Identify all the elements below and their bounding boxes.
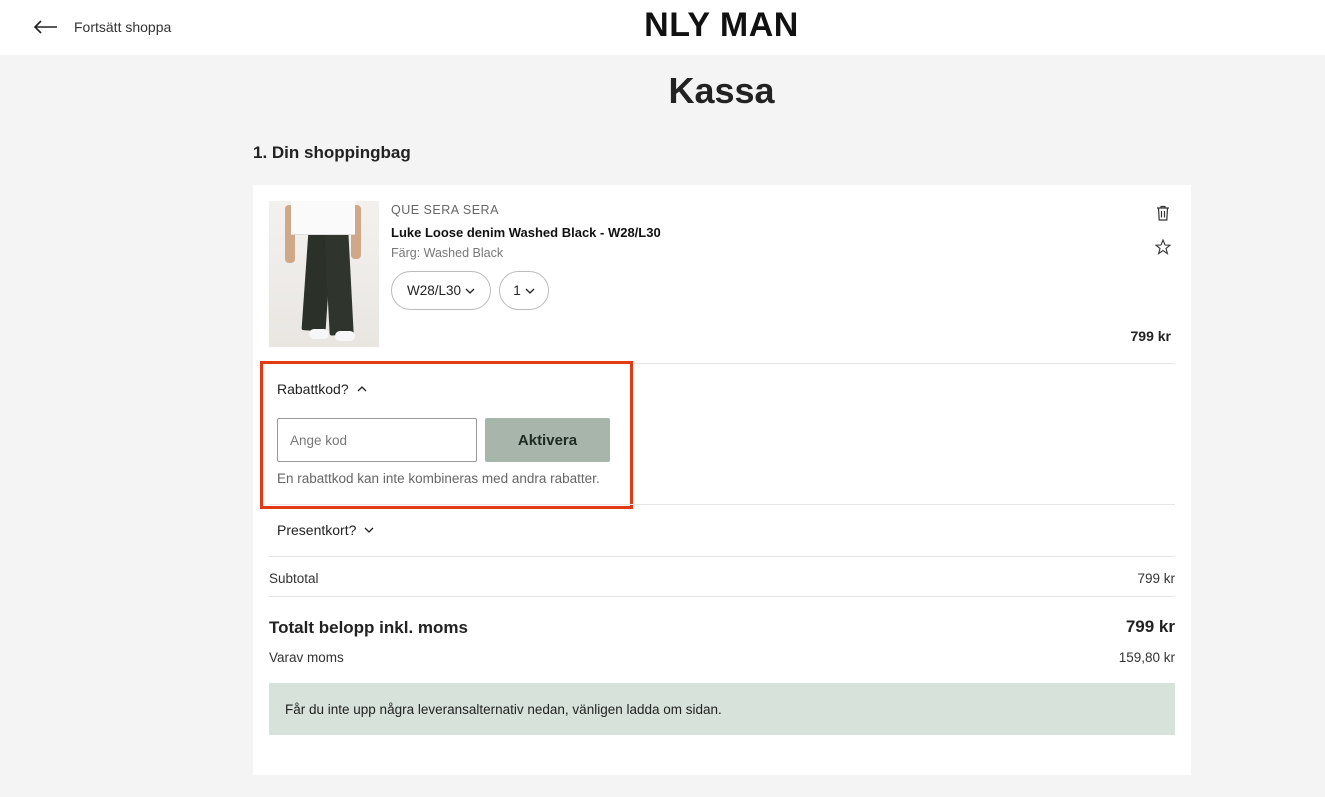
page-title: Kassa <box>668 70 775 111</box>
discount-code-toggle[interactable]: Rabattkod? <box>277 381 367 397</box>
item-price: 799 kr <box>1130 328 1171 344</box>
discount-code-input[interactable] <box>277 418 477 462</box>
star-icon <box>1155 239 1171 255</box>
quantity-select-value: 1 <box>513 283 521 298</box>
vat-value: 159,80 kr <box>1118 650 1175 665</box>
arrow-left-icon <box>34 20 57 34</box>
delivery-notice-text: Får du inte upp några leveransalternativ… <box>285 701 722 717</box>
size-select[interactable]: W28/L30 <box>391 271 491 310</box>
product-image[interactable] <box>269 201 379 347</box>
gift-card-toggle[interactable]: Presentkort? <box>277 522 374 538</box>
divider <box>269 504 1175 505</box>
chevron-up-icon <box>357 386 367 392</box>
remove-item-button[interactable] <box>1153 203 1173 223</box>
continue-shopping-link[interactable]: Fortsätt shoppa <box>34 14 171 40</box>
product-brand: QUE SERA SERA <box>391 203 499 217</box>
product-name[interactable]: Luke Loose denim Washed Black - W28/L30 <box>391 225 661 240</box>
divider <box>269 596 1175 597</box>
section-title: 1. Din shoppingbag <box>253 143 411 162</box>
discount-note: En rabattkod kan inte kombineras med and… <box>277 471 600 486</box>
vat-label: Varav moms <box>269 650 344 665</box>
subtotal-value: 799 kr <box>1137 571 1175 586</box>
shopping-bag-card: QUE SERA SERA Luke Loose denim Washed Bl… <box>253 185 1191 775</box>
total-label: Totalt belopp inkl. moms <box>269 618 468 637</box>
total-value: 799 kr <box>1125 617 1175 636</box>
trash-icon <box>1157 205 1169 221</box>
product-image-shirt <box>291 201 355 235</box>
gift-card-toggle-label: Presentkort? <box>277 522 357 538</box>
size-select-value: W28/L30 <box>406 283 462 298</box>
subtotal-label: Subtotal <box>269 571 319 586</box>
chevron-down-icon <box>525 288 535 294</box>
site-logo[interactable]: NLY MAN <box>0 6 1325 45</box>
continue-shopping-label: Fortsätt shoppa <box>74 19 172 35</box>
product-image-shoe-right <box>335 331 355 341</box>
product-image-leg-right <box>324 230 354 336</box>
divider <box>269 556 1175 557</box>
product-color: Färg: Washed Black <box>391 246 504 260</box>
site-header: Fortsätt shoppa NLY MAN <box>0 0 1325 55</box>
chevron-down-icon <box>364 527 374 533</box>
activate-discount-button[interactable]: Aktivera <box>485 418 610 462</box>
favorite-button[interactable] <box>1153 237 1173 257</box>
chevron-down-icon <box>465 288 475 294</box>
product-image-shoe-left <box>309 329 329 339</box>
discount-code-toggle-label: Rabattkod? <box>277 381 349 397</box>
quantity-select[interactable]: 1 <box>499 271 549 310</box>
delivery-notice: Får du inte upp några leveransalternativ… <box>269 683 1175 735</box>
